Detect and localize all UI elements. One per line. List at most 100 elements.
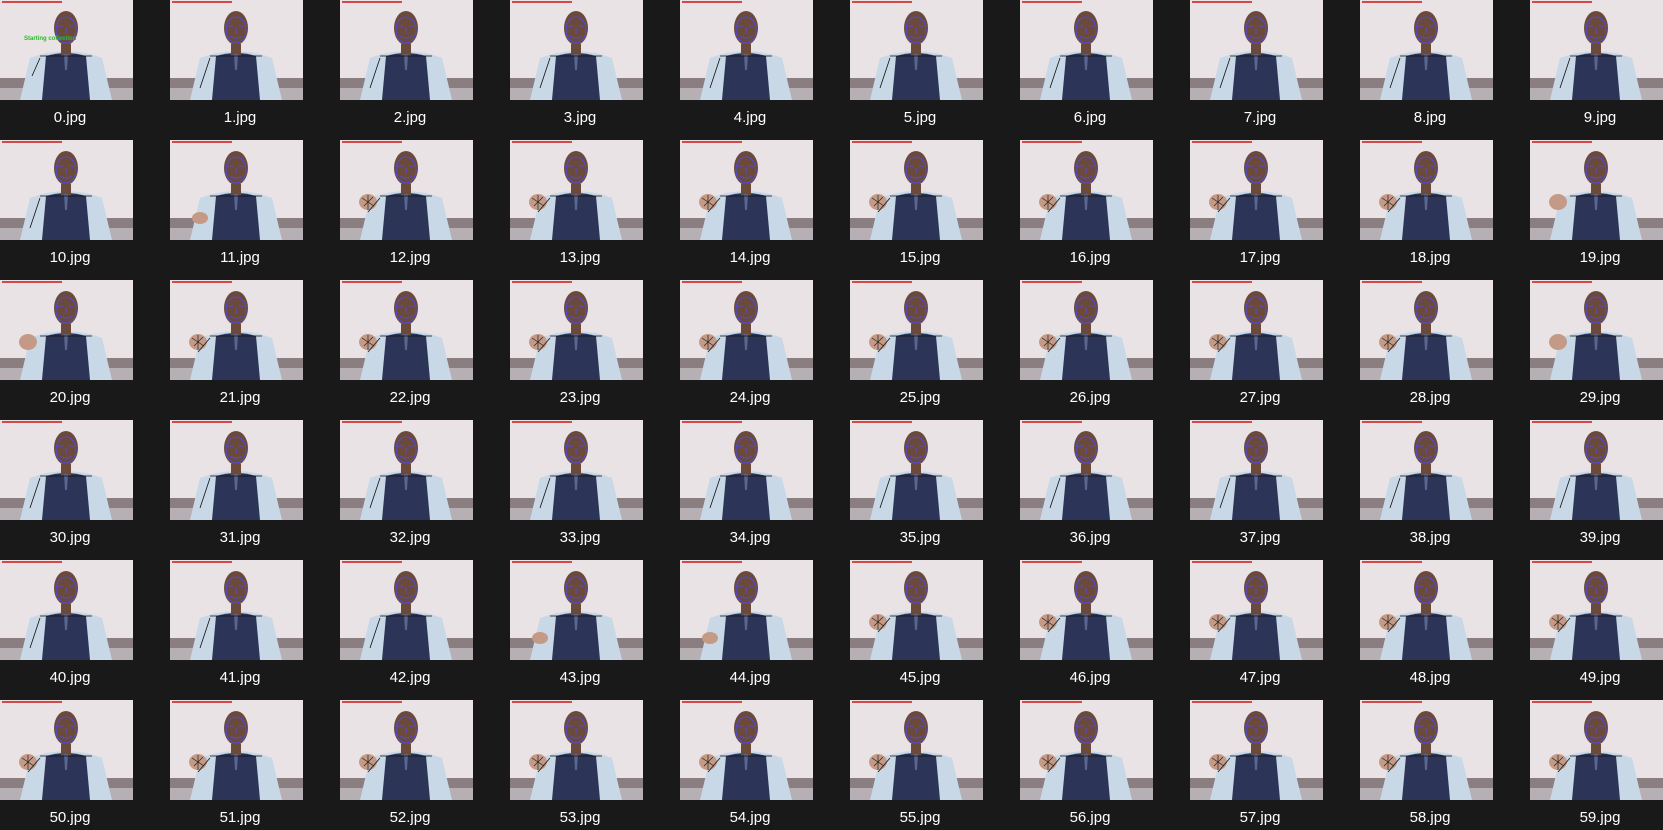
file-item[interactable]: 35.jpg [850, 420, 1020, 560]
file-item[interactable]: 39.jpg [1530, 420, 1663, 560]
file-item[interactable]: 1.jpg [170, 0, 340, 140]
image-thumbnail[interactable] [1530, 140, 1663, 240]
image-thumbnail[interactable] [850, 420, 983, 520]
file-item[interactable]: 51.jpg [170, 700, 340, 830]
file-item[interactable]: 34.jpg [680, 420, 850, 560]
file-item[interactable]: 23.jpg [510, 280, 680, 420]
file-name-label[interactable]: 29.jpg [1530, 389, 1663, 407]
file-name-label[interactable]: 55.jpg [850, 809, 990, 827]
file-name-label[interactable]: 16.jpg [1020, 249, 1160, 267]
file-name-label[interactable]: 40.jpg [0, 669, 140, 687]
file-item[interactable]: 26.jpg [1020, 280, 1190, 420]
image-thumbnail[interactable] [1020, 420, 1153, 520]
file-item[interactable]: 29.jpg [1530, 280, 1663, 420]
file-name-label[interactable]: 18.jpg [1360, 249, 1500, 267]
file-item[interactable]: 15.jpg [850, 140, 1020, 280]
file-name-label[interactable]: 27.jpg [1190, 389, 1330, 407]
image-thumbnail[interactable] [340, 140, 473, 240]
file-item[interactable]: 18.jpg [1360, 140, 1530, 280]
file-item[interactable]: 58.jpg [1360, 700, 1530, 830]
image-thumbnail[interactable] [1190, 420, 1323, 520]
file-name-label[interactable]: 37.jpg [1190, 529, 1330, 547]
image-thumbnail[interactable] [680, 560, 813, 660]
image-thumbnail[interactable] [1190, 0, 1323, 100]
file-item[interactable]: 41.jpg [170, 560, 340, 700]
file-item[interactable]: 3.jpg [510, 0, 680, 140]
file-item[interactable]: 11.jpg [170, 140, 340, 280]
file-item[interactable]: 44.jpg [680, 560, 850, 700]
file-name-label[interactable]: 51.jpg [170, 809, 310, 827]
file-item[interactable]: 25.jpg [850, 280, 1020, 420]
file-item[interactable]: 27.jpg [1190, 280, 1360, 420]
file-item[interactable]: 43.jpg [510, 560, 680, 700]
file-item[interactable]: 4.jpg [680, 0, 850, 140]
file-item[interactable]: 30.jpg [0, 420, 170, 560]
file-name-label[interactable]: 45.jpg [850, 669, 990, 687]
file-name-label[interactable]: 26.jpg [1020, 389, 1160, 407]
file-name-label[interactable]: 20.jpg [0, 389, 140, 407]
file-name-label[interactable]: 4.jpg [680, 109, 820, 127]
file-name-label[interactable]: 36.jpg [1020, 529, 1160, 547]
file-name-label[interactable]: 1.jpg [170, 109, 310, 127]
image-thumbnail[interactable] [1530, 560, 1663, 660]
image-thumbnail[interactable] [1020, 700, 1153, 800]
image-thumbnail[interactable] [510, 0, 643, 100]
file-item[interactable]: 22.jpg [340, 280, 510, 420]
file-name-label[interactable]: 17.jpg [1190, 249, 1330, 267]
image-thumbnail[interactable] [850, 140, 983, 240]
file-item[interactable]: 31.jpg [170, 420, 340, 560]
file-name-label[interactable]: 8.jpg [1360, 109, 1500, 127]
file-item[interactable]: Starting collection 0.jpg [0, 0, 170, 140]
file-item[interactable]: 57.jpg [1190, 700, 1360, 830]
file-name-label[interactable]: 31.jpg [170, 529, 310, 547]
file-item[interactable]: 59.jpg [1530, 700, 1663, 830]
image-thumbnail[interactable] [510, 560, 643, 660]
file-name-label[interactable]: 6.jpg [1020, 109, 1160, 127]
file-name-label[interactable]: 10.jpg [0, 249, 140, 267]
image-thumbnail[interactable] [340, 280, 473, 380]
image-thumbnail[interactable] [510, 280, 643, 380]
file-item[interactable]: 53.jpg [510, 700, 680, 830]
image-thumbnail[interactable] [1530, 280, 1663, 380]
file-item[interactable]: 36.jpg [1020, 420, 1190, 560]
file-name-label[interactable]: 14.jpg [680, 249, 820, 267]
file-item[interactable]: 40.jpg [0, 560, 170, 700]
file-item[interactable]: 45.jpg [850, 560, 1020, 700]
image-thumbnail[interactable] [510, 700, 643, 800]
file-item[interactable]: 48.jpg [1360, 560, 1530, 700]
file-item[interactable]: 33.jpg [510, 420, 680, 560]
image-thumbnail[interactable]: Starting collection [0, 0, 133, 100]
file-name-label[interactable]: 58.jpg [1360, 809, 1500, 827]
file-item[interactable]: 55.jpg [850, 700, 1020, 830]
file-item[interactable]: 7.jpg [1190, 0, 1360, 140]
image-thumbnail[interactable] [850, 700, 983, 800]
image-thumbnail[interactable] [170, 0, 303, 100]
file-name-label[interactable]: 13.jpg [510, 249, 650, 267]
file-name-label[interactable]: 50.jpg [0, 809, 140, 827]
image-thumbnail[interactable] [1020, 0, 1153, 100]
image-thumbnail[interactable] [0, 700, 133, 800]
file-name-label[interactable]: 56.jpg [1020, 809, 1160, 827]
image-thumbnail[interactable] [1360, 700, 1493, 800]
file-item[interactable]: 56.jpg [1020, 700, 1190, 830]
image-thumbnail[interactable] [680, 140, 813, 240]
file-name-label[interactable]: 52.jpg [340, 809, 480, 827]
file-name-label[interactable]: 53.jpg [510, 809, 650, 827]
file-name-label[interactable]: 54.jpg [680, 809, 820, 827]
file-item[interactable]: 10.jpg [0, 140, 170, 280]
file-name-label[interactable]: 0.jpg [0, 109, 140, 127]
file-item[interactable]: 37.jpg [1190, 420, 1360, 560]
file-name-label[interactable]: 38.jpg [1360, 529, 1500, 547]
file-name-label[interactable]: 34.jpg [680, 529, 820, 547]
file-item[interactable]: 38.jpg [1360, 420, 1530, 560]
file-item[interactable]: 19.jpg [1530, 140, 1663, 280]
file-name-label[interactable]: 48.jpg [1360, 669, 1500, 687]
file-item[interactable]: 12.jpg [340, 140, 510, 280]
file-name-label[interactable]: 47.jpg [1190, 669, 1330, 687]
image-thumbnail[interactable] [340, 420, 473, 520]
image-thumbnail[interactable] [1530, 420, 1663, 520]
image-thumbnail[interactable] [680, 280, 813, 380]
image-thumbnail[interactable] [1360, 560, 1493, 660]
file-name-label[interactable]: 32.jpg [340, 529, 480, 547]
file-name-label[interactable]: 21.jpg [170, 389, 310, 407]
